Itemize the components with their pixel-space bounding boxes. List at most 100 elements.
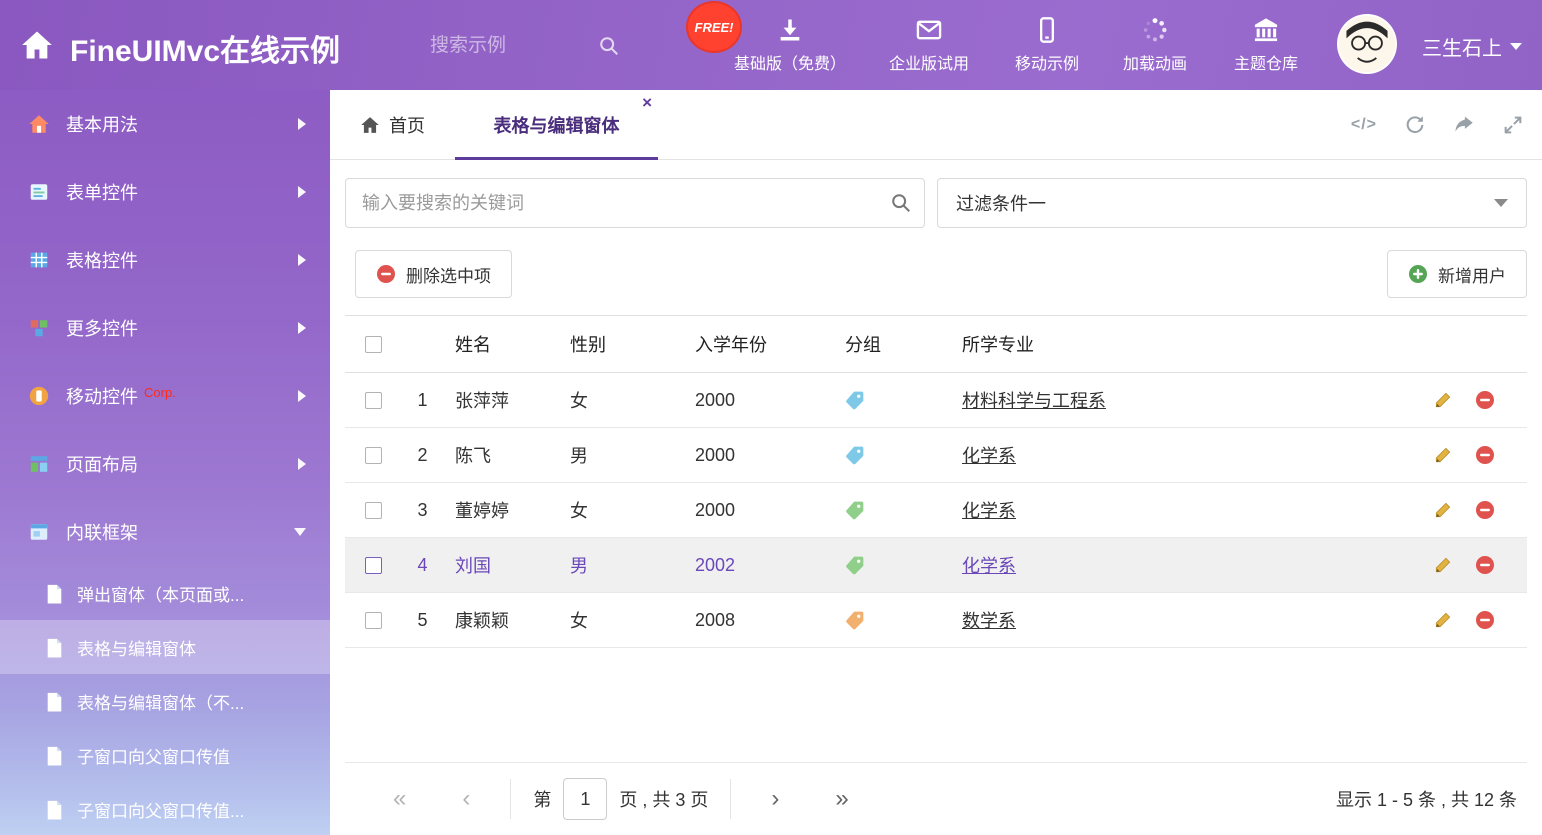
sidebar-item-more-controls[interactable]: 更多控件	[0, 294, 330, 362]
row-checkbox[interactable]	[365, 392, 382, 409]
page-label-prefix: 第	[533, 786, 551, 812]
top-header: FineUIMvc在线示例 FREE! 基础版（免费） 企业版试用 移动示例	[0, 0, 1542, 90]
sidebar-item-mobile-controls[interactable]: 移动控件 Corp.	[0, 362, 330, 430]
user-name: 三生石上	[1422, 32, 1502, 61]
filter-dropdown[interactable]: 过滤条件一	[937, 178, 1527, 228]
tab-grid-edit-window[interactable]: 表格与编辑窗体 ×	[455, 90, 658, 160]
delete-row-icon[interactable]	[1475, 500, 1495, 520]
table-row-selected[interactable]: 4 刘国 男 2002 化学系	[345, 538, 1527, 593]
house-icon	[360, 115, 380, 135]
add-user-label: 新增用户	[1438, 262, 1506, 287]
column-header-group[interactable]: 分组	[845, 331, 955, 357]
topnav-mobile-demo[interactable]: 移动示例	[998, 14, 1096, 78]
sidebar-item-basic-usage[interactable]: 基本用法	[0, 90, 330, 158]
topnav-theme-repo[interactable]: 主题仓库	[1214, 14, 1318, 78]
submenu-item-child-to-parent-2[interactable]: 子窗口向父窗口传值...	[0, 782, 330, 835]
prev-page-button[interactable]: ‹	[462, 787, 470, 811]
row-checkbox[interactable]	[365, 612, 382, 629]
add-user-button[interactable]: 新增用户	[1387, 250, 1527, 298]
cell-gender: 女	[570, 497, 695, 523]
row-number: 3	[395, 500, 450, 521]
spinner-icon	[1141, 16, 1169, 44]
column-header-name[interactable]: 姓名	[450, 331, 570, 357]
row-checkbox[interactable]	[365, 447, 382, 464]
user-avatar[interactable]	[1337, 14, 1397, 74]
tab-toolbar: </>	[1351, 90, 1524, 160]
delete-row-icon[interactable]	[1475, 390, 1495, 410]
table-row[interactable]: 1 张萍萍 女 2000 材料科学与工程系	[345, 373, 1527, 428]
cell-year: 2008	[695, 610, 845, 631]
first-page-button[interactable]: «	[393, 787, 406, 811]
expand-icon[interactable]	[1502, 114, 1524, 136]
tab-active-label: 表格与编辑窗体	[494, 112, 620, 138]
column-header-major[interactable]: 所学专业	[955, 331, 1407, 357]
keyword-search-input[interactable]	[346, 193, 878, 214]
sidebar-item-form-controls[interactable]: 表单控件	[0, 158, 330, 226]
delete-selected-button[interactable]: 删除选中项	[355, 250, 512, 298]
delete-row-icon[interactable]	[1475, 555, 1495, 575]
page-total-label: 页 , 共 3 页	[619, 786, 708, 812]
major-link[interactable]: 数学系	[962, 611, 1016, 631]
grid-toolbar: 删除选中项 新增用户	[345, 250, 1527, 300]
column-header-year[interactable]: 入学年份	[695, 331, 845, 357]
free-badge: FREE!	[686, 1, 742, 53]
column-header-gender[interactable]: 性别	[570, 331, 695, 357]
sidebar-item-label: 移动控件	[66, 383, 138, 409]
row-checkbox[interactable]	[365, 502, 382, 519]
chevron-right-icon	[298, 254, 306, 266]
sidebar-item-iframe[interactable]: 内联框架	[0, 498, 330, 566]
search-icon[interactable]	[598, 35, 620, 57]
top-nav: 基础版（免费） 企业版试用 移动示例 加载动画 主题仓库	[720, 14, 1318, 78]
delete-row-icon[interactable]	[1475, 610, 1495, 630]
refresh-icon[interactable]	[1404, 114, 1426, 136]
edit-pencil-icon[interactable]	[1433, 610, 1453, 630]
submenu-item-child-to-parent[interactable]: 子窗口向父窗口传值	[0, 728, 330, 782]
home-icon[interactable]	[20, 28, 54, 62]
bank-icon	[1252, 16, 1280, 44]
next-page-button[interactable]: ›	[771, 787, 779, 811]
submenu-item-label: 表格与编辑窗体（不...	[77, 689, 244, 714]
table-row[interactable]: 5 康颖颖 女 2008 数学系	[345, 593, 1527, 648]
chevron-down-icon	[294, 528, 306, 536]
edit-pencil-icon[interactable]	[1433, 500, 1453, 520]
major-link[interactable]: 化学系	[962, 501, 1016, 521]
topnav-label: 加载动画	[1123, 50, 1187, 74]
page-number-input[interactable]	[563, 778, 607, 820]
table-row[interactable]: 3 董婷婷 女 2000 化学系	[345, 483, 1527, 538]
share-icon[interactable]	[1453, 114, 1475, 136]
last-page-button[interactable]: »	[835, 787, 848, 811]
major-link[interactable]: 化学系	[962, 446, 1016, 466]
chevron-down-icon	[1494, 199, 1508, 207]
source-code-icon[interactable]: </>	[1351, 116, 1377, 134]
close-icon[interactable]: ×	[642, 94, 652, 111]
sidebar-item-label: 表格控件	[66, 247, 138, 273]
major-link[interactable]: 化学系	[962, 556, 1016, 576]
edit-pencil-icon[interactable]	[1433, 555, 1453, 575]
tab-home[interactable]: 首页	[360, 90, 425, 160]
major-link[interactable]: 材料科学与工程系	[962, 391, 1106, 411]
cell-year: 2000	[695, 445, 845, 466]
chevron-right-icon	[298, 322, 306, 334]
sidebar-item-grid-controls[interactable]: 表格控件	[0, 226, 330, 294]
search-button[interactable]	[878, 179, 924, 227]
edit-pencil-icon[interactable]	[1433, 390, 1453, 410]
submenu-item-grid-edit-window-2[interactable]: 表格与编辑窗体（不...	[0, 674, 330, 728]
edit-pencil-icon[interactable]	[1433, 445, 1453, 465]
chevron-right-icon	[298, 118, 306, 130]
topnav-loading-animation[interactable]: 加载动画	[1106, 14, 1204, 78]
topnav-enterprise-trial[interactable]: 企业版试用	[870, 14, 988, 78]
cell-year: 2002	[695, 555, 845, 576]
table-row[interactable]: 2 陈飞 男 2000 化学系	[345, 428, 1527, 483]
top-search-input[interactable]	[430, 35, 590, 57]
select-all-checkbox[interactable]	[365, 336, 382, 353]
sidebar-item-page-layout[interactable]: 页面布局	[0, 430, 330, 498]
mobile-icon	[1033, 16, 1061, 44]
sidebar-item-label: 页面布局	[66, 451, 138, 477]
delete-row-icon[interactable]	[1475, 445, 1495, 465]
submenu-item-popup-window[interactable]: 弹出窗体（本页面或...	[0, 566, 330, 620]
topnav-label: 企业版试用	[889, 50, 969, 74]
row-checkbox[interactable]	[365, 557, 382, 574]
user-menu[interactable]: 三生石上	[1422, 32, 1522, 61]
submenu-item-grid-edit-window[interactable]: 表格与编辑窗体	[0, 620, 330, 674]
data-grid: 姓名 性别 入学年份 分组 所学专业 1 张萍萍 女 2000 材料科学与工程系	[345, 315, 1527, 648]
